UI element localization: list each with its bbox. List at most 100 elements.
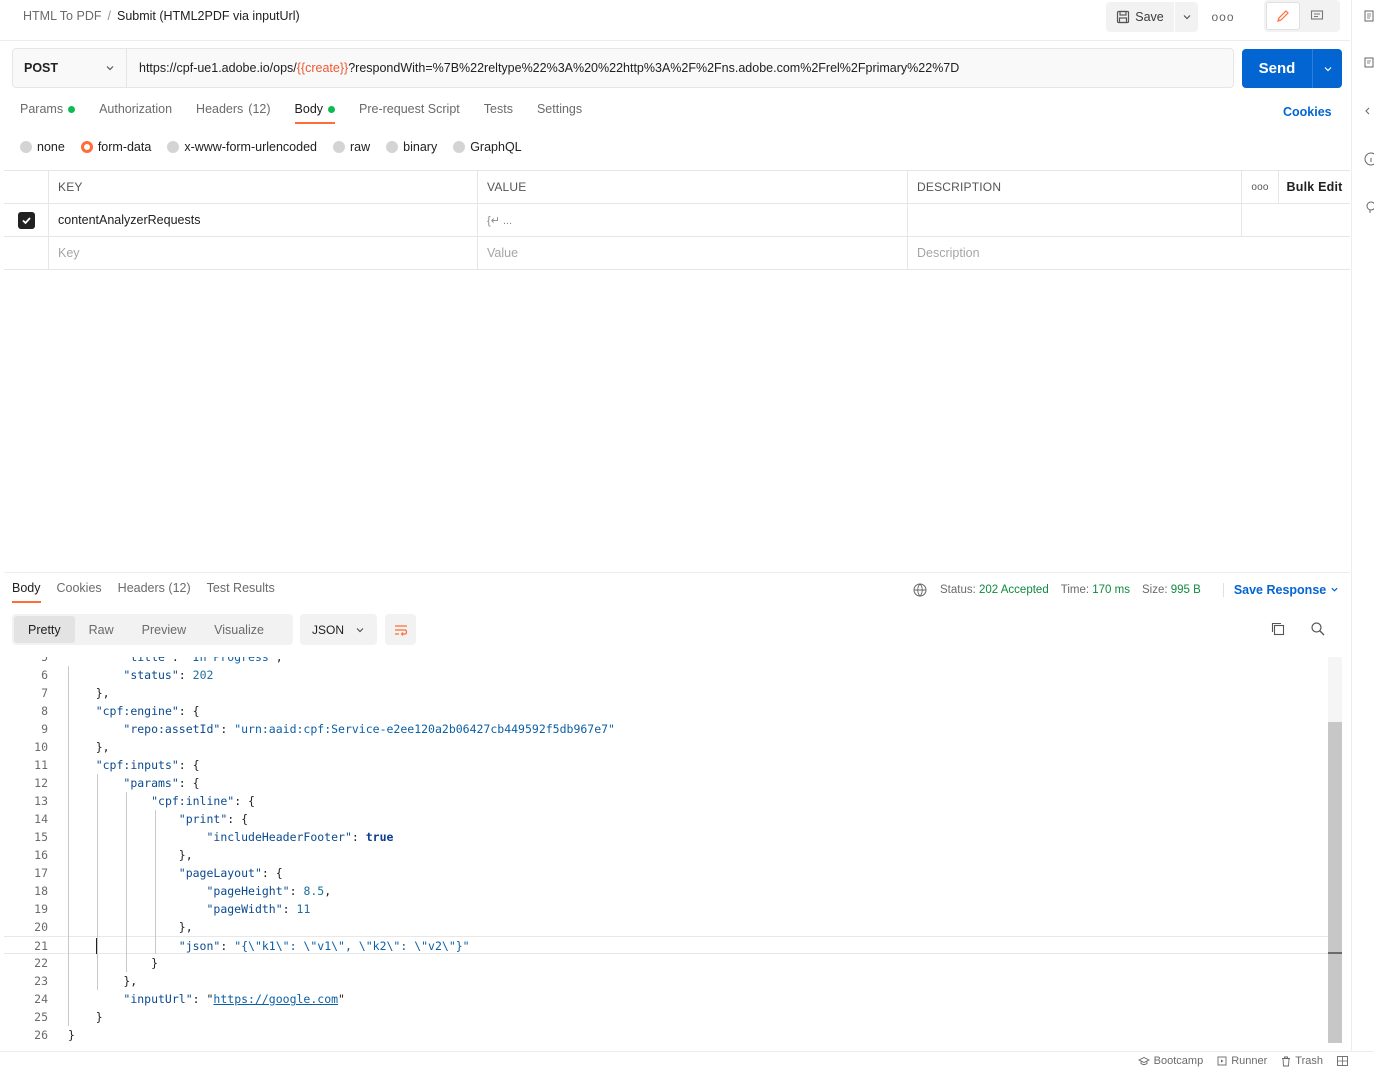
radio-button xyxy=(20,141,32,153)
globe-icon[interactable] xyxy=(912,582,928,598)
tab-params[interactable]: Params xyxy=(20,102,76,124)
tab-response-body[interactable]: Body xyxy=(12,581,41,603)
tab-test-results[interactable]: Test Results xyxy=(207,581,275,603)
scrollbar-marker xyxy=(1328,952,1342,954)
tab-response-cookies[interactable]: Cookies xyxy=(57,581,102,603)
trash-label: Trash xyxy=(1295,1055,1323,1067)
line-number: 16 xyxy=(34,848,48,862)
size-info[interactable]: Size: 995 B xyxy=(1142,584,1201,596)
tab-label: Headers xyxy=(117,581,165,595)
new-key-input[interactable]: Key xyxy=(49,237,478,269)
code-line: 25 } xyxy=(4,1008,1329,1026)
language-value: JSON xyxy=(312,622,345,637)
radio-raw[interactable]: raw xyxy=(333,140,370,154)
save-response-label: Save Response xyxy=(1233,583,1327,597)
bootcamp-link[interactable]: Bootcamp xyxy=(1137,1055,1203,1067)
code-line: 22 } xyxy=(4,954,1329,972)
code-icon[interactable] xyxy=(1364,105,1374,117)
cookies-link[interactable]: Cookies xyxy=(1283,105,1332,119)
comments-icon[interactable] xyxy=(1364,57,1374,69)
runner-link[interactable]: Runner xyxy=(1217,1055,1267,1067)
code-text: "inputUrl": "https://google.com" xyxy=(123,992,345,1006)
tab-headers[interactable]: Headers (12) xyxy=(196,102,270,124)
header-check-cell xyxy=(4,171,49,203)
send-button[interactable]: Send xyxy=(1242,49,1312,88)
time-info[interactable]: Time: 170 ms xyxy=(1061,584,1130,596)
line-number: 26 xyxy=(34,1028,48,1042)
more-actions-button[interactable]: ooo xyxy=(1208,2,1238,32)
format-pretty[interactable]: Pretty xyxy=(14,616,75,643)
layout-toggle[interactable] xyxy=(1337,1055,1348,1067)
url-input[interactable]: https://cpf-ue1.adobe.io/ops/{{create}}?… xyxy=(127,49,1233,87)
description-field[interactable] xyxy=(908,204,1242,236)
bulk-edit-button[interactable]: Bulk Edit xyxy=(1279,171,1350,203)
scrollbar-thumb[interactable] xyxy=(1328,722,1342,1043)
wrap-lines-button[interactable] xyxy=(385,614,416,645)
line-number: 15 xyxy=(34,830,48,844)
radio-x-www-form-urlencoded[interactable]: x-www-form-urlencoded xyxy=(167,140,317,154)
runner-label: Runner xyxy=(1231,1055,1268,1067)
tab-settings[interactable]: Settings xyxy=(537,102,582,124)
key-field[interactable]: contentAnalyzerRequests xyxy=(49,204,478,236)
comment-mode-button[interactable] xyxy=(1300,2,1334,30)
info-icon[interactable] xyxy=(1364,152,1374,166)
row-checkbox-cell xyxy=(4,237,49,269)
code-line: 20 }, xyxy=(4,918,1329,936)
response-body-viewer[interactable]: 5 "title": "In Progress", 6 "status": 202… xyxy=(4,657,1329,1047)
search-icon[interactable] xyxy=(1310,621,1326,637)
code-text: } xyxy=(68,1010,103,1024)
save-button[interactable]: Save xyxy=(1106,2,1174,32)
code-line: 16 }, xyxy=(4,846,1329,864)
format-preview[interactable]: Preview xyxy=(128,616,200,643)
line-number: 25 xyxy=(34,1010,48,1024)
tab-label: Tests xyxy=(483,102,513,116)
code-text: }, xyxy=(68,686,110,700)
radio-none[interactable]: none xyxy=(20,140,65,154)
format-visualize[interactable]: Visualize xyxy=(200,616,278,643)
tab-response-headers[interactable]: Headers (12) xyxy=(118,581,191,603)
tab-pre-request-script[interactable]: Pre-request Script xyxy=(359,102,460,124)
edit-mode-button[interactable] xyxy=(1266,2,1300,30)
radio-form-data[interactable]: form-data xyxy=(80,140,151,154)
tab-authorization[interactable]: Authorization xyxy=(99,102,172,124)
send-options-button[interactable] xyxy=(1312,49,1342,88)
line-number: 20 xyxy=(34,920,48,934)
new-value-input[interactable]: Value xyxy=(478,237,908,269)
code-text: "title": "In Progress", xyxy=(123,657,283,664)
status-info[interactable]: Status: 202 Accepted xyxy=(940,584,1049,596)
code-line: 6 "status": 202 xyxy=(4,666,1329,684)
pane-divider[interactable] xyxy=(4,572,1350,573)
trash-link[interactable]: Trash xyxy=(1281,1055,1323,1067)
line-number: 9 xyxy=(41,722,48,736)
row-checkbox[interactable] xyxy=(17,211,35,229)
breadcrumb-collection[interactable]: HTML To PDF xyxy=(23,9,102,23)
save-options-button[interactable] xyxy=(1175,2,1198,32)
code-line: 12 "params": { xyxy=(4,774,1329,792)
indent-guide xyxy=(97,774,98,990)
related-icon[interactable] xyxy=(1364,200,1374,214)
code-line: 9 "repo:assetId": "urn:aaid:cpf:Service-… xyxy=(4,720,1329,738)
table-row-new: Key Value Description xyxy=(4,237,1350,270)
method-select[interactable]: POST xyxy=(13,49,127,87)
tab-body[interactable]: Body xyxy=(294,102,336,124)
value-field[interactable]: {↵ ... xyxy=(478,204,908,236)
radio-binary[interactable]: binary xyxy=(386,140,437,154)
format-raw[interactable]: Raw xyxy=(75,616,128,643)
tab-tests[interactable]: Tests xyxy=(484,102,513,124)
form-data-table: KEY VALUE DESCRIPTION ooo Bulk Edit cont… xyxy=(4,170,1350,270)
radio-button xyxy=(167,141,180,153)
code-line: 18 "pageHeight": 8.5, xyxy=(4,882,1329,900)
documentation-icon[interactable] xyxy=(1364,10,1374,22)
status-items: Bootcamp Runner Trash xyxy=(1137,1055,1348,1067)
line-number: 18 xyxy=(34,884,48,898)
table-header-row: KEY VALUE DESCRIPTION ooo Bulk Edit xyxy=(4,171,1350,204)
line-number: 21 xyxy=(34,939,48,953)
table-options-button[interactable]: ooo xyxy=(1242,171,1279,203)
line-number: 17 xyxy=(34,866,48,880)
save-response-button[interactable]: Save Response xyxy=(1222,583,1339,597)
request-name[interactable]: Submit (HTML2PDF via inputUrl) xyxy=(117,9,300,23)
new-description-input[interactable]: Description xyxy=(908,237,1242,269)
radio-graphql[interactable]: GraphQL xyxy=(453,140,522,154)
copy-icon[interactable] xyxy=(1270,621,1286,637)
language-select[interactable]: JSON xyxy=(300,614,377,645)
